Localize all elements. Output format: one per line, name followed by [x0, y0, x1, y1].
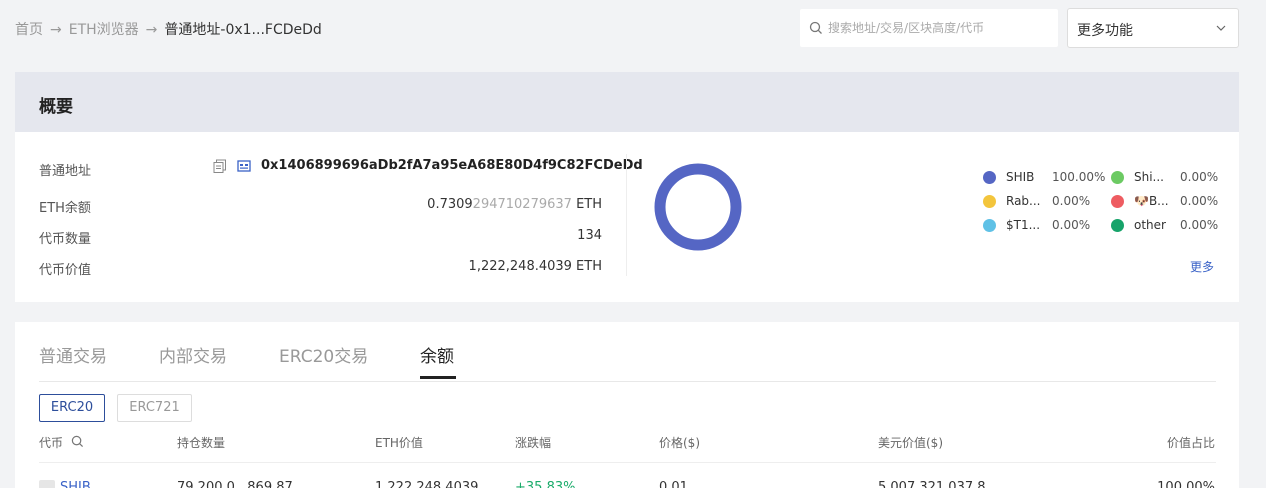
more-functions-dropdown[interactable]: 更多功能 — [1067, 8, 1239, 48]
col-header-token: 代币 — [39, 436, 64, 450]
breadcrumb-home[interactable]: 首页 — [15, 22, 43, 38]
legend-dot — [1111, 170, 1124, 184]
transactions-panel: 普通交易 内部交易 ERC20交易 余额 ERC20 ERC721 代币 持仓数… — [15, 322, 1239, 488]
qr-code-icon[interactable] — [237, 159, 251, 173]
cell-amount: 79,200,0...869.87 — [177, 480, 293, 488]
eth-balance-rest: 294710279637 — [472, 197, 572, 212]
tab-balance[interactable]: 余额 — [420, 342, 454, 367]
eth-balance-unit: ETH — [571, 197, 602, 212]
top-bar: 首页 → ETH浏览器 → 普通地址-0x1...FCDeDd 更多功能 — [0, 0, 1266, 56]
legend-name: Shi... — [1134, 170, 1164, 184]
token-count-value: 134 — [577, 228, 602, 243]
token-count-label: 代币数量 — [39, 232, 92, 247]
copy-icon[interactable] — [213, 159, 227, 173]
legend-dot — [1111, 194, 1124, 208]
legend-item: other 0.00% — [1111, 218, 1218, 232]
cell-change: +35.83% — [515, 480, 576, 488]
legend-name: other — [1134, 218, 1166, 232]
donut-slice-shib — [654, 163, 742, 251]
legend-dot — [983, 194, 996, 208]
legend-item: SHIB 100.00% — [983, 170, 1105, 184]
legend-name: $T1... — [1006, 218, 1041, 232]
more-functions-label: 更多功能 — [1077, 23, 1133, 39]
legend-dot — [1111, 218, 1124, 232]
breadcrumb: 首页 → ETH浏览器 → 普通地址-0x1...FCDeDd — [15, 19, 322, 39]
legend-pct: 100.00% — [1052, 170, 1106, 184]
token-link[interactable]: SHIB — [60, 480, 91, 488]
divider — [626, 154, 627, 276]
breadcrumb-arrow: → — [50, 22, 62, 38]
eth-balance-main: 0.7309 — [427, 197, 473, 212]
address-label: 普通地址 — [39, 164, 92, 179]
legend-pct: 0.00% — [1180, 170, 1219, 184]
legend-name: Rab... — [1006, 194, 1041, 208]
legend-pct: 0.00% — [1180, 194, 1219, 208]
cell-share: 100.00% — [1157, 480, 1215, 488]
table-header-divider — [39, 462, 1216, 463]
eth-balance-label: ETH余额 — [39, 201, 91, 216]
col-header-usd-value: 美元价值($) — [878, 436, 943, 450]
breadcrumb-explorer[interactable]: ETH浏览器 — [69, 22, 139, 38]
eth-balance-value: 0.7309294710279637 ETH — [427, 197, 602, 212]
col-header-amount: 持仓数量 — [177, 436, 226, 450]
tab-erc20-tx[interactable]: ERC20交易 — [279, 342, 368, 367]
address-value: 0x1406899696aDb2fA7a95eA68E80D4f9C82FCDe… — [261, 158, 643, 173]
tab-bar: 普通交易 内部交易 ERC20交易 余额 — [39, 322, 1216, 382]
legend-pct: 0.00% — [1052, 194, 1091, 208]
cell-eth-value: 1,222,248.4039 — [375, 480, 479, 488]
active-tab-indicator — [420, 376, 456, 379]
token-logo-icon — [39, 480, 55, 488]
filter-erc721-button[interactable]: ERC721 — [117, 394, 192, 422]
address-row: 0x1406899696aDb2fA7a95eA68E80D4f9C82FCDe… — [213, 158, 643, 173]
legend-dot — [983, 218, 996, 232]
token-value-value: 1,222,248.4039 ETH — [468, 259, 602, 274]
legend-name: 🐶B... — [1134, 194, 1169, 208]
search-icon[interactable] — [71, 435, 84, 448]
token-distribution-donut — [654, 163, 742, 251]
col-header-change: 涨跌幅 — [515, 436, 552, 450]
more-link[interactable]: 更多 — [1190, 258, 1214, 275]
chevron-down-icon — [1216, 25, 1226, 31]
legend-name: SHIB — [1006, 170, 1035, 184]
overview-header: 概要 — [15, 72, 1239, 132]
legend-item: Shi... 0.00% — [1111, 170, 1218, 184]
overview-panel: 普通地址 0x1406899696aDb2fA7a95eA68E80D4f9C8… — [15, 132, 1239, 302]
tab-normal-tx[interactable]: 普通交易 — [39, 342, 107, 367]
legend-item: $T1... 0.00% — [983, 218, 1090, 232]
legend-item: 🐶B... 0.00% — [1111, 194, 1218, 208]
col-header-share: 价值占比 — [1166, 436, 1215, 450]
legend-item: Rab... 0.00% — [983, 194, 1090, 208]
token-value-label: 代币价值 — [39, 263, 92, 278]
legend-pct: 0.00% — [1180, 218, 1219, 232]
cell-price: 0.01 — [659, 480, 688, 488]
col-header-price: 价格($) — [659, 436, 700, 450]
overview-title: 概要 — [39, 97, 73, 117]
col-header-eth-value: ETH价值 — [375, 436, 423, 450]
search-box[interactable] — [800, 9, 1058, 47]
filter-erc20-button[interactable]: ERC20 — [39, 394, 105, 422]
legend-dot — [983, 170, 996, 184]
search-icon — [809, 21, 822, 34]
breadcrumb-current: 普通地址-0x1...FCDeDd — [164, 22, 322, 38]
breadcrumb-arrow: → — [145, 22, 158, 38]
cell-usd-value: 5,007,321,037.8 — [878, 480, 986, 488]
tab-internal-tx[interactable]: 内部交易 — [159, 342, 227, 367]
legend-pct: 0.00% — [1052, 218, 1091, 232]
search-input[interactable] — [828, 9, 1053, 47]
